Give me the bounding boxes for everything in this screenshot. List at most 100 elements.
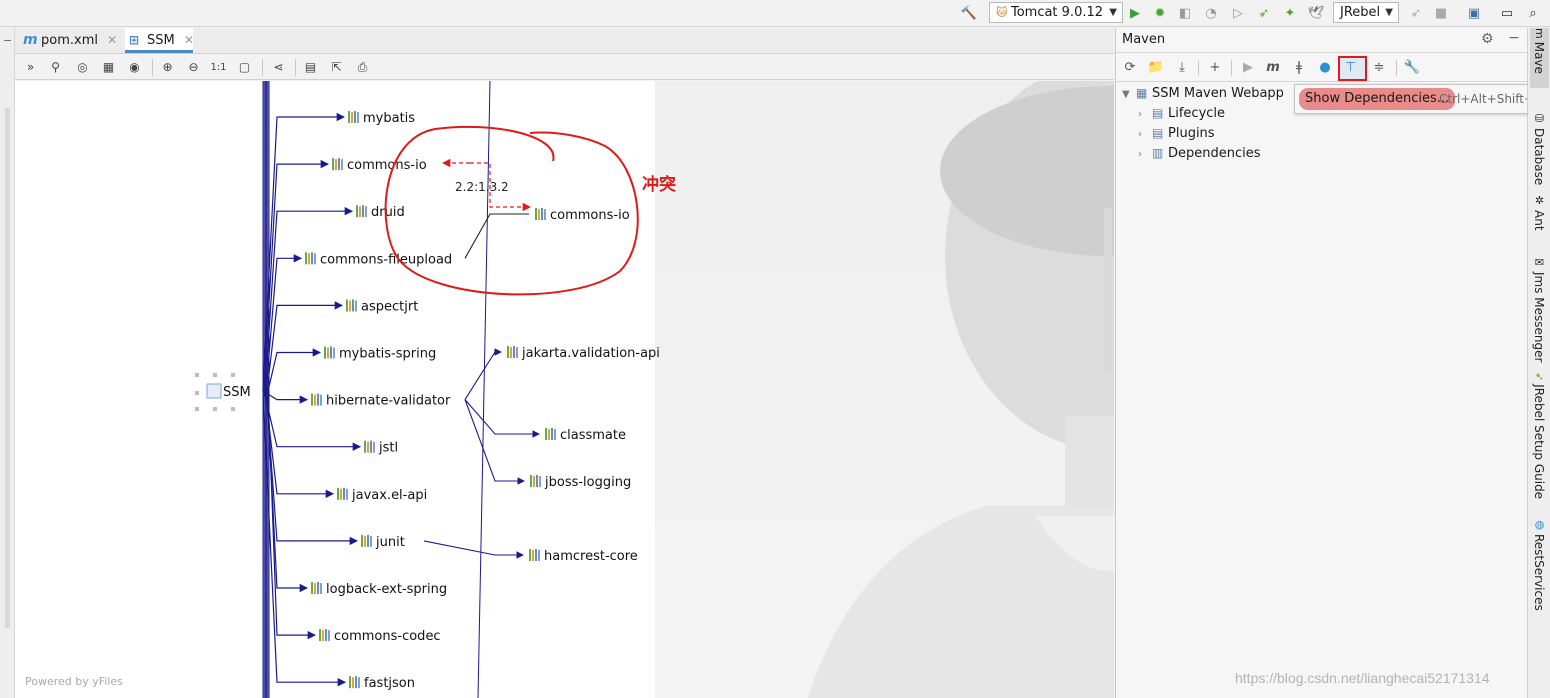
transitive-node-hamcrest-core-icon <box>532 550 534 561</box>
maven-tree-item-lifecycle[interactable]: › ▤ Lifecycle <box>1138 103 1225 123</box>
select-all-icon[interactable]: ▦ <box>100 59 117 76</box>
dependency-node-druid-icon <box>365 206 367 218</box>
run-icon[interactable]: ▶ <box>1126 4 1144 22</box>
transitive-node-classmate-label: classmate <box>560 428 626 443</box>
transitive-node-classmate-icon <box>551 428 553 440</box>
selection-handle <box>213 373 217 377</box>
add-icon[interactable]: + <box>1206 59 1224 77</box>
jrebel-bird-icon[interactable]: 🕊 <box>1307 4 1325 22</box>
maven-icon: m <box>1533 28 1546 39</box>
tab-maven[interactable]: m Mave <box>1530 28 1549 88</box>
wrench-icon[interactable]: 🔧 <box>1403 59 1421 77</box>
dependency-node-druid-icon <box>356 205 358 218</box>
tooltip-action-label[interactable]: Show Dependencies... <box>1299 88 1456 110</box>
hide-panel-icon[interactable]: − <box>1508 30 1520 46</box>
maven-toolbar: ⟳ 📁 ⤓ + ▶ m ǂ ● ⊤ ≑ 🔧 <box>1116 54 1528 82</box>
hammer-icon[interactable]: 🔨 <box>960 4 978 22</box>
minimize-icon[interactable]: − <box>3 34 12 47</box>
project-structure-icon[interactable]: ▣ <box>1465 4 1483 22</box>
gear-icon[interactable]: ⚙ <box>1481 31 1494 47</box>
jrebel-run-icon[interactable]: ➶ <box>1255 4 1273 22</box>
maven-tree-item-plugins[interactable]: › ▤ Plugins <box>1138 123 1215 143</box>
hierarchy-icon[interactable]: ⚲ <box>47 59 64 76</box>
skip-tests-icon[interactable]: ● <box>1316 59 1334 77</box>
tab-database[interactable]: ⛁ Database <box>1530 112 1549 185</box>
diagram-canvas[interactable]: SSM mybatis commons-io druid commons-fileupl… <box>15 81 1114 698</box>
dependency-node-junit-label: junit <box>375 535 405 550</box>
export-icon[interactable]: ⇱ <box>328 59 345 76</box>
tab-pom-xml[interactable]: m pom.xml ✕ <box>19 28 121 53</box>
download-icon[interactable]: ⤓ <box>1173 59 1191 77</box>
toolbar-separator <box>1198 60 1199 76</box>
database-icon: ⛁ <box>1533 112 1546 125</box>
chevron-down-icon: ▼ <box>1385 7 1393 18</box>
print-icon[interactable]: ⎙ <box>354 59 371 76</box>
tab-restservices[interactable]: ◍ RestServices <box>1530 518 1549 611</box>
jrebel-select[interactable]: JRebel ▼ <box>1333 2 1399 23</box>
profile-icon[interactable]: ◔ <box>1202 4 1220 22</box>
terminal-icon[interactable]: ▭ <box>1498 4 1516 22</box>
tab-ant[interactable]: ✲ Ant <box>1530 194 1549 231</box>
execute-goal-icon[interactable]: m <box>1264 59 1282 77</box>
coverage-icon[interactable]: ◧ <box>1176 4 1194 22</box>
maven-tree-item-label: Lifecycle <box>1168 106 1226 121</box>
dependency-node-jstl-icon <box>370 440 372 453</box>
dependency-node-mybatis-spring-label: mybatis-spring <box>339 347 436 362</box>
collapse-icon[interactable]: » <box>22 59 39 76</box>
action-tooltip: Show Dependencies... Ctrl+Alt+Shift+U <box>1294 84 1548 114</box>
toolbar-separator <box>1396 60 1397 76</box>
layout-icon[interactable]: ⋖ <box>270 59 287 76</box>
toggle-offline-icon[interactable]: ǂ <box>1290 59 1308 77</box>
jrebel-disabled-icon[interactable]: ➶ <box>1407 4 1425 22</box>
dependency-node-fastjson-icon <box>349 676 351 689</box>
dependency-node-logback-ext-spring-label: logback-ext-spring <box>326 582 447 597</box>
maven-tree-root[interactable]: ▼ ▦ SSM Maven Webapp <box>1122 83 1284 103</box>
stop-icon[interactable]: ■ <box>1432 4 1450 22</box>
tab-ssm[interactable]: ⊞ SSM ✕ <box>125 28 194 53</box>
close-icon[interactable]: ✕ <box>184 33 194 47</box>
collapse-all-icon[interactable]: ≑ <box>1370 59 1388 77</box>
debug-icon[interactable]: ✹ <box>1151 4 1169 22</box>
show-dependencies-button[interactable]: ⊤ <box>1338 56 1367 81</box>
left-scrollbar[interactable] <box>5 108 10 628</box>
view-icon[interactable]: ◉ <box>126 59 143 76</box>
dependency-node-junit-icon <box>367 534 369 547</box>
maven-scrollbar[interactable] <box>1104 208 1112 373</box>
run-goal-icon[interactable]: ▶ <box>1239 59 1257 77</box>
dependency-node-javax-el-api-label: javax.el-api <box>351 488 427 503</box>
chevron-down-icon: ▼ <box>1122 89 1130 100</box>
dependency-node-mybatis-spring-icon <box>327 347 329 359</box>
dependency-node-logback-ext-spring-icon <box>320 583 322 594</box>
actual-size-icon[interactable]: 1:1 <box>210 59 227 76</box>
search-icon[interactable]: ⌕ <box>1524 4 1542 22</box>
focus-icon[interactable]: ◎ <box>74 59 91 76</box>
toolbar-separator <box>295 59 296 76</box>
tab-jms-messenger[interactable]: ✉ Jms Messenger <box>1530 256 1549 362</box>
reimport-icon[interactable]: ⟳ <box>1121 59 1139 77</box>
dependency-node-commons-fileupload-icon <box>308 253 310 265</box>
close-icon[interactable]: ✕ <box>107 33 117 47</box>
zoom-in-icon[interactable]: ⊕ <box>159 59 176 76</box>
dependency-node-mybatis-icon <box>351 112 353 123</box>
dependency-node-mybatis-icon <box>354 111 356 123</box>
chevron-down-icon: ▼ <box>1109 7 1117 18</box>
dependency-node-jstl-icon <box>367 441 369 453</box>
run-config-select[interactable]: 🐱 Tomcat 9.0.12 ▼ <box>989 2 1123 23</box>
fit-content-icon[interactable]: ▢ <box>236 59 253 76</box>
dependency-node-fastjson-icon <box>352 677 354 689</box>
dependency-node-mybatis-icon <box>357 112 359 123</box>
save-icon[interactable]: ▤ <box>302 59 319 76</box>
run-dashboard-icon[interactable]: ▷ <box>1229 4 1247 22</box>
tab-jms-label: Jms Messenger <box>1532 272 1546 363</box>
maven-tree-item-dependencies[interactable]: › ▥ Dependencies <box>1138 143 1261 163</box>
generate-sources-icon[interactable]: 📁 <box>1147 59 1165 77</box>
transitive-node-jboss-logging-icon <box>533 476 535 487</box>
conflict-annotation: 冲突 <box>642 174 676 195</box>
transitive-node-hamcrest-core-label: hamcrest-core <box>544 549 638 564</box>
transitive-node-jboss-logging-icon <box>536 475 538 487</box>
show-dependencies-icon: ⊤ <box>1345 60 1357 75</box>
jrebel-debug-icon[interactable]: ✦ <box>1281 4 1299 22</box>
tab-jrebel-guide[interactable]: ➶ JRebel Setup Guide <box>1530 372 1549 499</box>
dependency-node-aspectjrt-icon <box>355 300 357 312</box>
zoom-out-icon[interactable]: ⊖ <box>185 59 202 76</box>
